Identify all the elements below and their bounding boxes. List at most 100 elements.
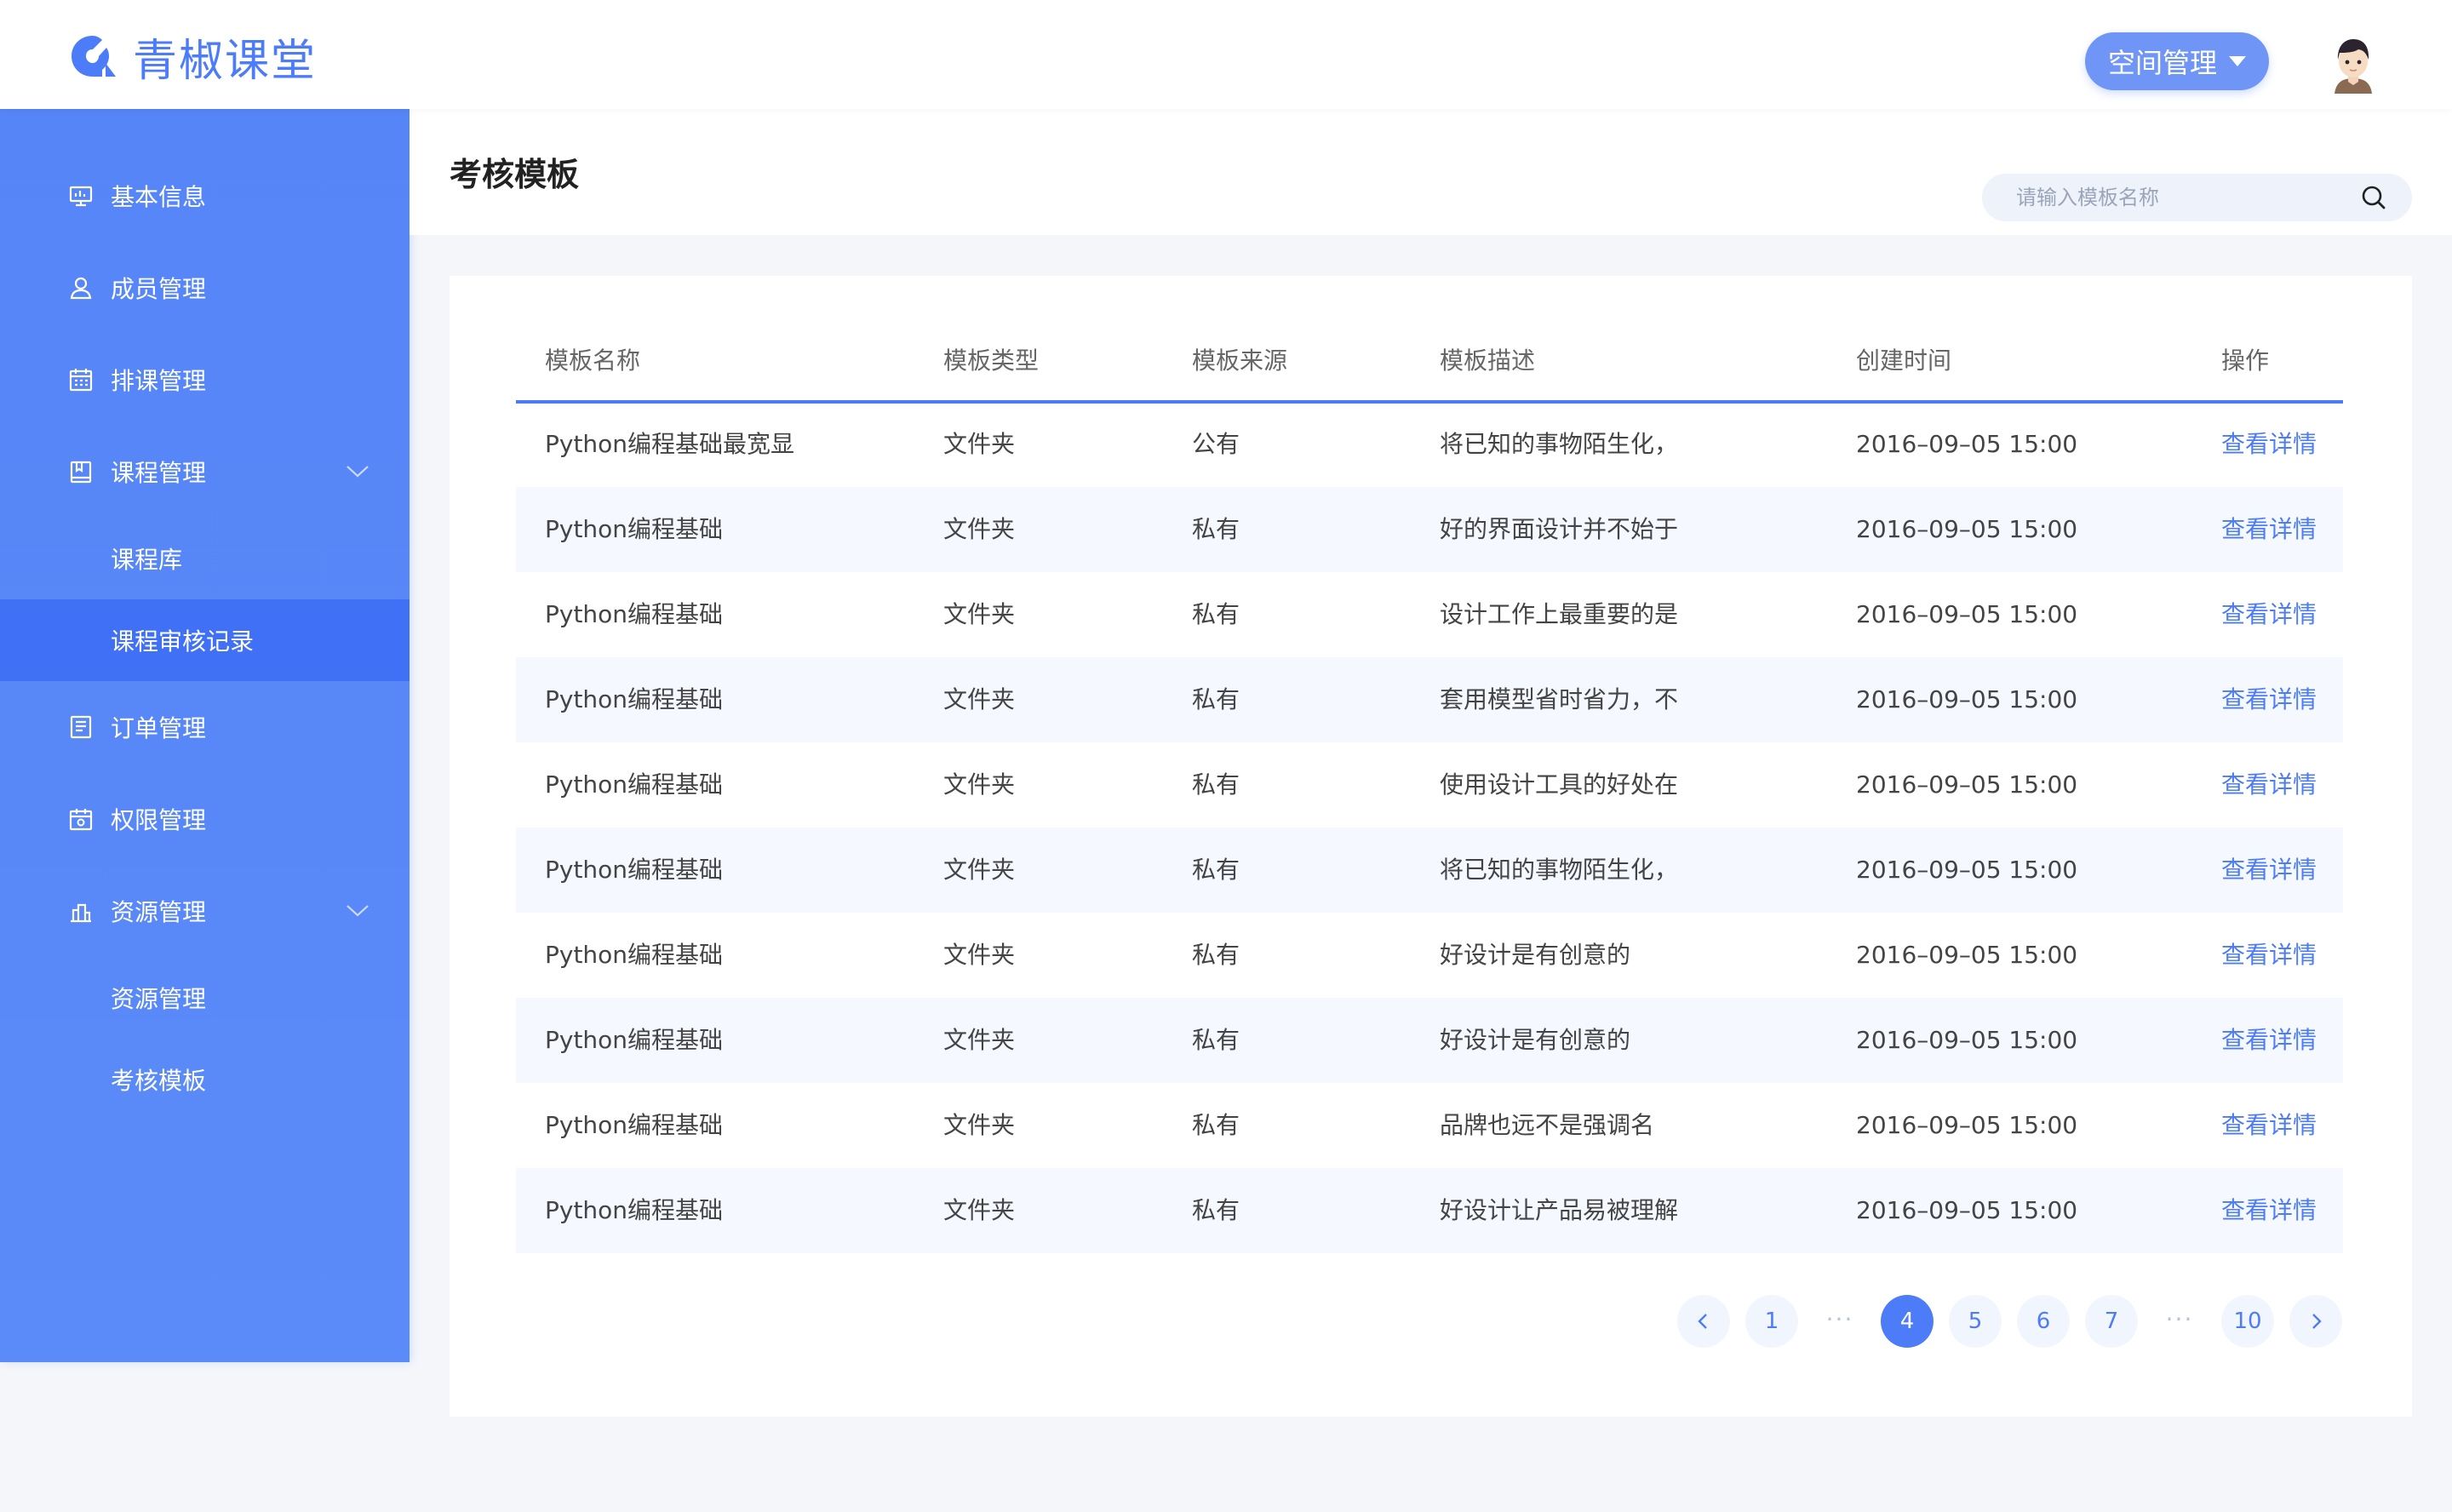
cell-created: 2016–09–05 15:00 <box>1856 770 2078 799</box>
pagination-page-6[interactable]: 6 <box>2017 1295 2070 1348</box>
sidebar-item-resources[interactable]: 资源管理 <box>0 877 410 945</box>
cell-source: 公有 <box>1192 430 1240 458</box>
sidebar-subitem-resource-management[interactable]: 资源管理 <box>0 964 410 1032</box>
view-details-link[interactable]: 查看详情 <box>2221 1083 2317 1168</box>
cell-description: 好设计是有创意的 <box>1440 941 1631 969</box>
logo-icon <box>72 36 116 77</box>
sidebar-item-label: 资源管理 <box>111 898 207 926</box>
logo[interactable]: 青椒课堂 <box>68 32 317 87</box>
order-icon <box>70 715 92 739</box>
table-row: Python编程基础最宽显 文件夹 公有 将已知的事物陌生化， 2016–09–… <box>516 402 2343 487</box>
sidebar-subitem-course-review[interactable]: 课程审核记录 <box>0 599 410 681</box>
view-details-link[interactable]: 查看详情 <box>2221 742 2317 828</box>
column-header-name[interactable]: 模板名称 <box>545 341 640 400</box>
column-header-description[interactable]: 模板描述 <box>1440 341 1535 400</box>
search-input[interactable] <box>2016 174 2357 221</box>
sidebar-item-basic-info[interactable]: 基本信息 <box>0 162 410 230</box>
avatar[interactable] <box>2326 32 2380 94</box>
table-row: Python编程基础 文件夹 私有 好设计是有创意的 2016–09–05 15… <box>516 913 2343 998</box>
cell-created: 2016–09–05 15:00 <box>1856 1026 2078 1054</box>
cell-source: 私有 <box>1192 770 1240 799</box>
chevron-down-icon <box>347 466 369 478</box>
sidebar-item-label: 权限管理 <box>111 806 207 834</box>
column-header-action: 操作 <box>2221 346 2270 375</box>
view-details-link[interactable]: 查看详情 <box>2221 828 2317 913</box>
sidebar-item-courses[interactable]: 课程管理 <box>0 438 410 506</box>
cell-name: Python编程基础 <box>545 941 724 969</box>
sidebar-item-orders[interactable]: 订单管理 <box>0 693 410 761</box>
cell-name: Python编程基础 <box>545 856 724 884</box>
cell-source: 私有 <box>1192 941 1240 969</box>
user-icon <box>70 277 92 300</box>
cell-description: 好设计让产品易被理解 <box>1440 1196 1679 1224</box>
table-row: Python编程基础 文件夹 私有 设计工作上最重要的是 2016–09–05 … <box>516 572 2343 657</box>
cell-created: 2016–09–05 15:00 <box>1856 430 2078 458</box>
table-row: Python编程基础 文件夹 私有 好设计让产品易被理解 2016–09–05 … <box>516 1168 2343 1253</box>
sidebar-item-permissions[interactable]: 权限管理 <box>0 785 410 853</box>
cell-description: 设计工作上最重要的是 <box>1440 600 1679 628</box>
cell-description: 将已知的事物陌生化， <box>1440 430 1679 458</box>
space-management-button[interactable]: 空间管理 <box>2085 32 2269 90</box>
sidebar-subitem-assessment-templates[interactable]: 考核模板 <box>0 1045 410 1114</box>
pagination-page-10[interactable]: 10 <box>2221 1295 2274 1348</box>
table-row: Python编程基础 文件夹 私有 好的界面设计并不始于 2016–09–05 … <box>516 487 2343 572</box>
sidebar-item-label: 课程库 <box>111 546 183 574</box>
column-header-type[interactable]: 模板类型 <box>943 341 1039 400</box>
chevron-left-icon <box>1698 1314 1707 1329</box>
page-title: 考核模板 <box>450 156 580 193</box>
search-icon[interactable] <box>2360 184 2387 211</box>
pagination-page-4[interactable]: 4 <box>1881 1295 1934 1348</box>
column-header-source[interactable]: 模板来源 <box>1192 341 1287 400</box>
cell-name: Python编程基础 <box>545 1111 724 1139</box>
view-details-link[interactable]: 查看详情 <box>2221 402 2317 487</box>
view-details-link[interactable]: 查看详情 <box>2221 998 2317 1083</box>
cell-name: Python编程基础 <box>545 600 724 628</box>
cell-source: 私有 <box>1192 515 1240 543</box>
cell-name: Python编程基础最宽显 <box>545 430 795 458</box>
chevron-down-icon <box>347 905 369 917</box>
permission-icon <box>69 809 93 831</box>
pagination-ellipsis: ··· <box>2165 1305 2194 1333</box>
book-icon <box>70 461 92 484</box>
pagination-prev-button[interactable] <box>1677 1295 1730 1348</box>
view-details-link[interactable]: 查看详情 <box>2221 913 2317 998</box>
sidebar-item-label: 课程审核记录 <box>111 627 255 656</box>
view-details-link[interactable]: 查看详情 <box>2221 572 2317 657</box>
sidebar-subitem-course-library[interactable]: 课程库 <box>0 524 410 593</box>
cell-description: 好设计是有创意的 <box>1440 1026 1631 1054</box>
cell-type: 文件夹 <box>943 685 1016 713</box>
cell-description: 将已知的事物陌生化， <box>1440 856 1679 884</box>
cell-description: 使用设计工具的好处在 <box>1440 770 1679 799</box>
cell-type: 文件夹 <box>943 600 1016 628</box>
column-header-created[interactable]: 创建时间 <box>1856 341 1951 400</box>
view-details-link[interactable]: 查看详情 <box>2221 657 2317 742</box>
pagination-page-5[interactable]: 5 <box>1949 1295 2002 1348</box>
sidebar-item-members[interactable]: 成员管理 <box>0 254 410 322</box>
cell-created: 2016–09–05 15:00 <box>1856 600 2078 628</box>
cell-source: 私有 <box>1192 1196 1240 1224</box>
sidebar-item-scheduling[interactable]: 排课管理 <box>0 346 410 414</box>
pagination-next-button[interactable] <box>2289 1295 2342 1348</box>
sidebar-item-label: 订单管理 <box>111 714 207 742</box>
cell-created: 2016–09–05 15:00 <box>1856 941 2078 969</box>
view-details-link[interactable]: 查看详情 <box>2221 1168 2317 1253</box>
space-management-label: 空间管理 <box>2107 47 2217 79</box>
cell-created: 2016–09–05 15:00 <box>1856 856 2078 884</box>
view-details-link[interactable]: 查看详情 <box>2221 487 2317 572</box>
pagination-page-7[interactable]: 7 <box>2085 1295 2138 1348</box>
sidebar-item-label: 课程管理 <box>111 459 207 487</box>
cell-type: 文件夹 <box>943 430 1016 458</box>
cell-type: 文件夹 <box>943 941 1016 969</box>
cell-name: Python编程基础 <box>545 1196 724 1224</box>
cell-description: 品牌也远不是强调名 <box>1440 1111 1655 1139</box>
sidebar-item-label: 考核模板 <box>111 1067 207 1095</box>
cell-name: Python编程基础 <box>545 685 724 713</box>
cell-created: 2016–09–05 15:00 <box>1856 685 2078 713</box>
chevron-right-icon <box>2312 1314 2322 1329</box>
cell-type: 文件夹 <box>943 856 1016 884</box>
pagination-page-1[interactable]: 1 <box>1745 1295 1798 1348</box>
app-name: 青椒课堂 <box>133 35 318 87</box>
sidebar-item-label: 成员管理 <box>111 275 207 303</box>
top-header: 青椒课堂 空间管理 <box>0 0 2452 109</box>
cell-created: 2016–09–05 15:00 <box>1856 1111 2078 1139</box>
